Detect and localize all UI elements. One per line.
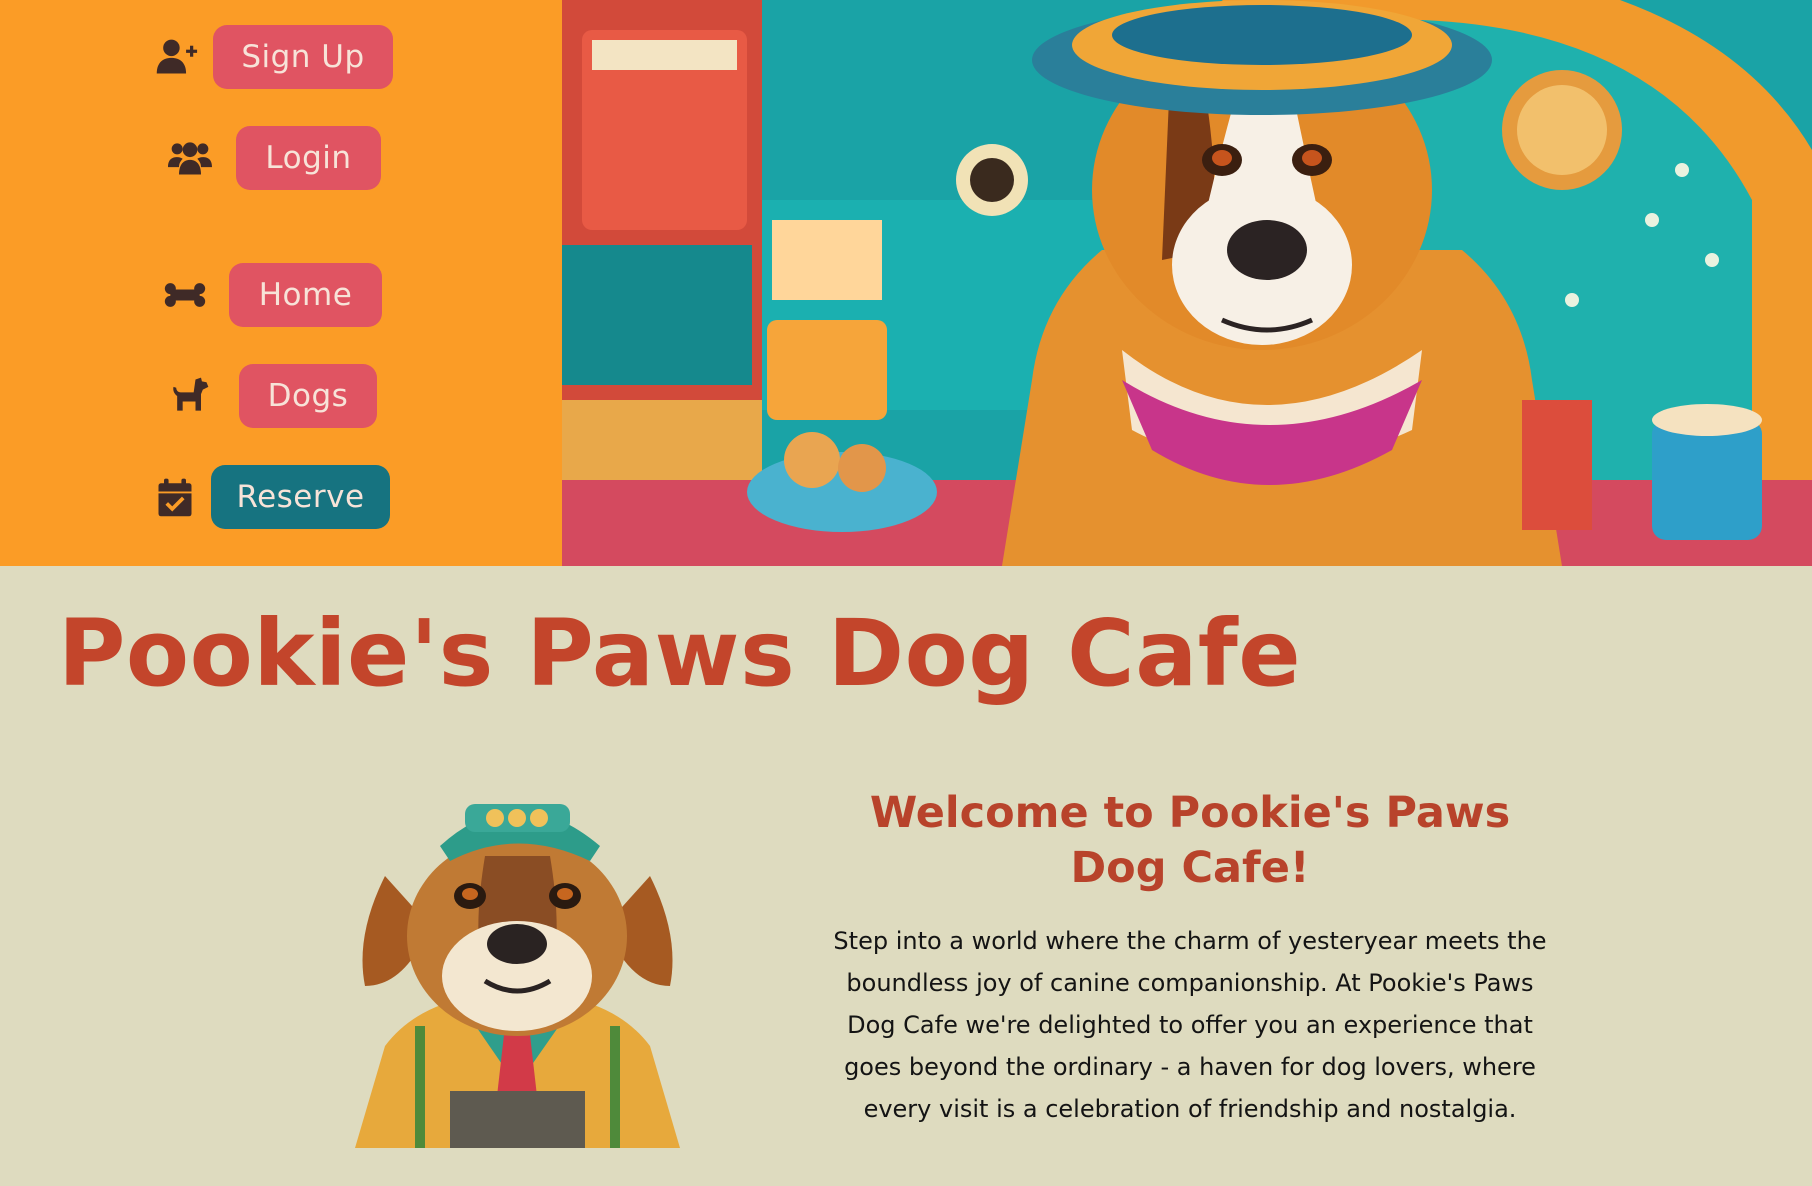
- signup-button[interactable]: Sign Up: [213, 25, 393, 89]
- top-section: Sign Up Login Home Dogs Reserve: [0, 0, 1812, 566]
- dog-cafe-illustration: [562, 0, 1812, 566]
- nav-row-reserve: Reserve: [151, 465, 390, 529]
- dog-icon: [166, 372, 214, 420]
- page-title: Pookie's Paws Dog Cafe: [58, 600, 1302, 707]
- nav-row-login: Login: [166, 126, 381, 190]
- nav-row-signup: Sign Up: [152, 25, 393, 89]
- bone-icon: [161, 271, 209, 319]
- sidebar-nav: Sign Up Login Home Dogs Reserve: [0, 0, 562, 566]
- nav-row-home: Home: [161, 263, 382, 327]
- users-icon: [166, 134, 214, 182]
- dog-waiter-illustration: [355, 804, 680, 1148]
- mascot-image: [345, 786, 690, 1148]
- hero-image: [562, 0, 1812, 566]
- dogs-button[interactable]: Dogs: [239, 364, 377, 428]
- home-button[interactable]: Home: [229, 263, 382, 327]
- user-plus-icon: [152, 33, 200, 81]
- intro-paragraph: Step into a world where the charm of yes…: [833, 927, 1547, 1123]
- reserve-button[interactable]: Reserve: [211, 465, 390, 529]
- login-button[interactable]: Login: [236, 126, 381, 190]
- welcome-heading: Welcome to Pookie's Paws Dog Cafe!: [869, 788, 1511, 893]
- nav-row-dogs: Dogs: [166, 364, 377, 428]
- calendar-check-icon: [151, 473, 199, 521]
